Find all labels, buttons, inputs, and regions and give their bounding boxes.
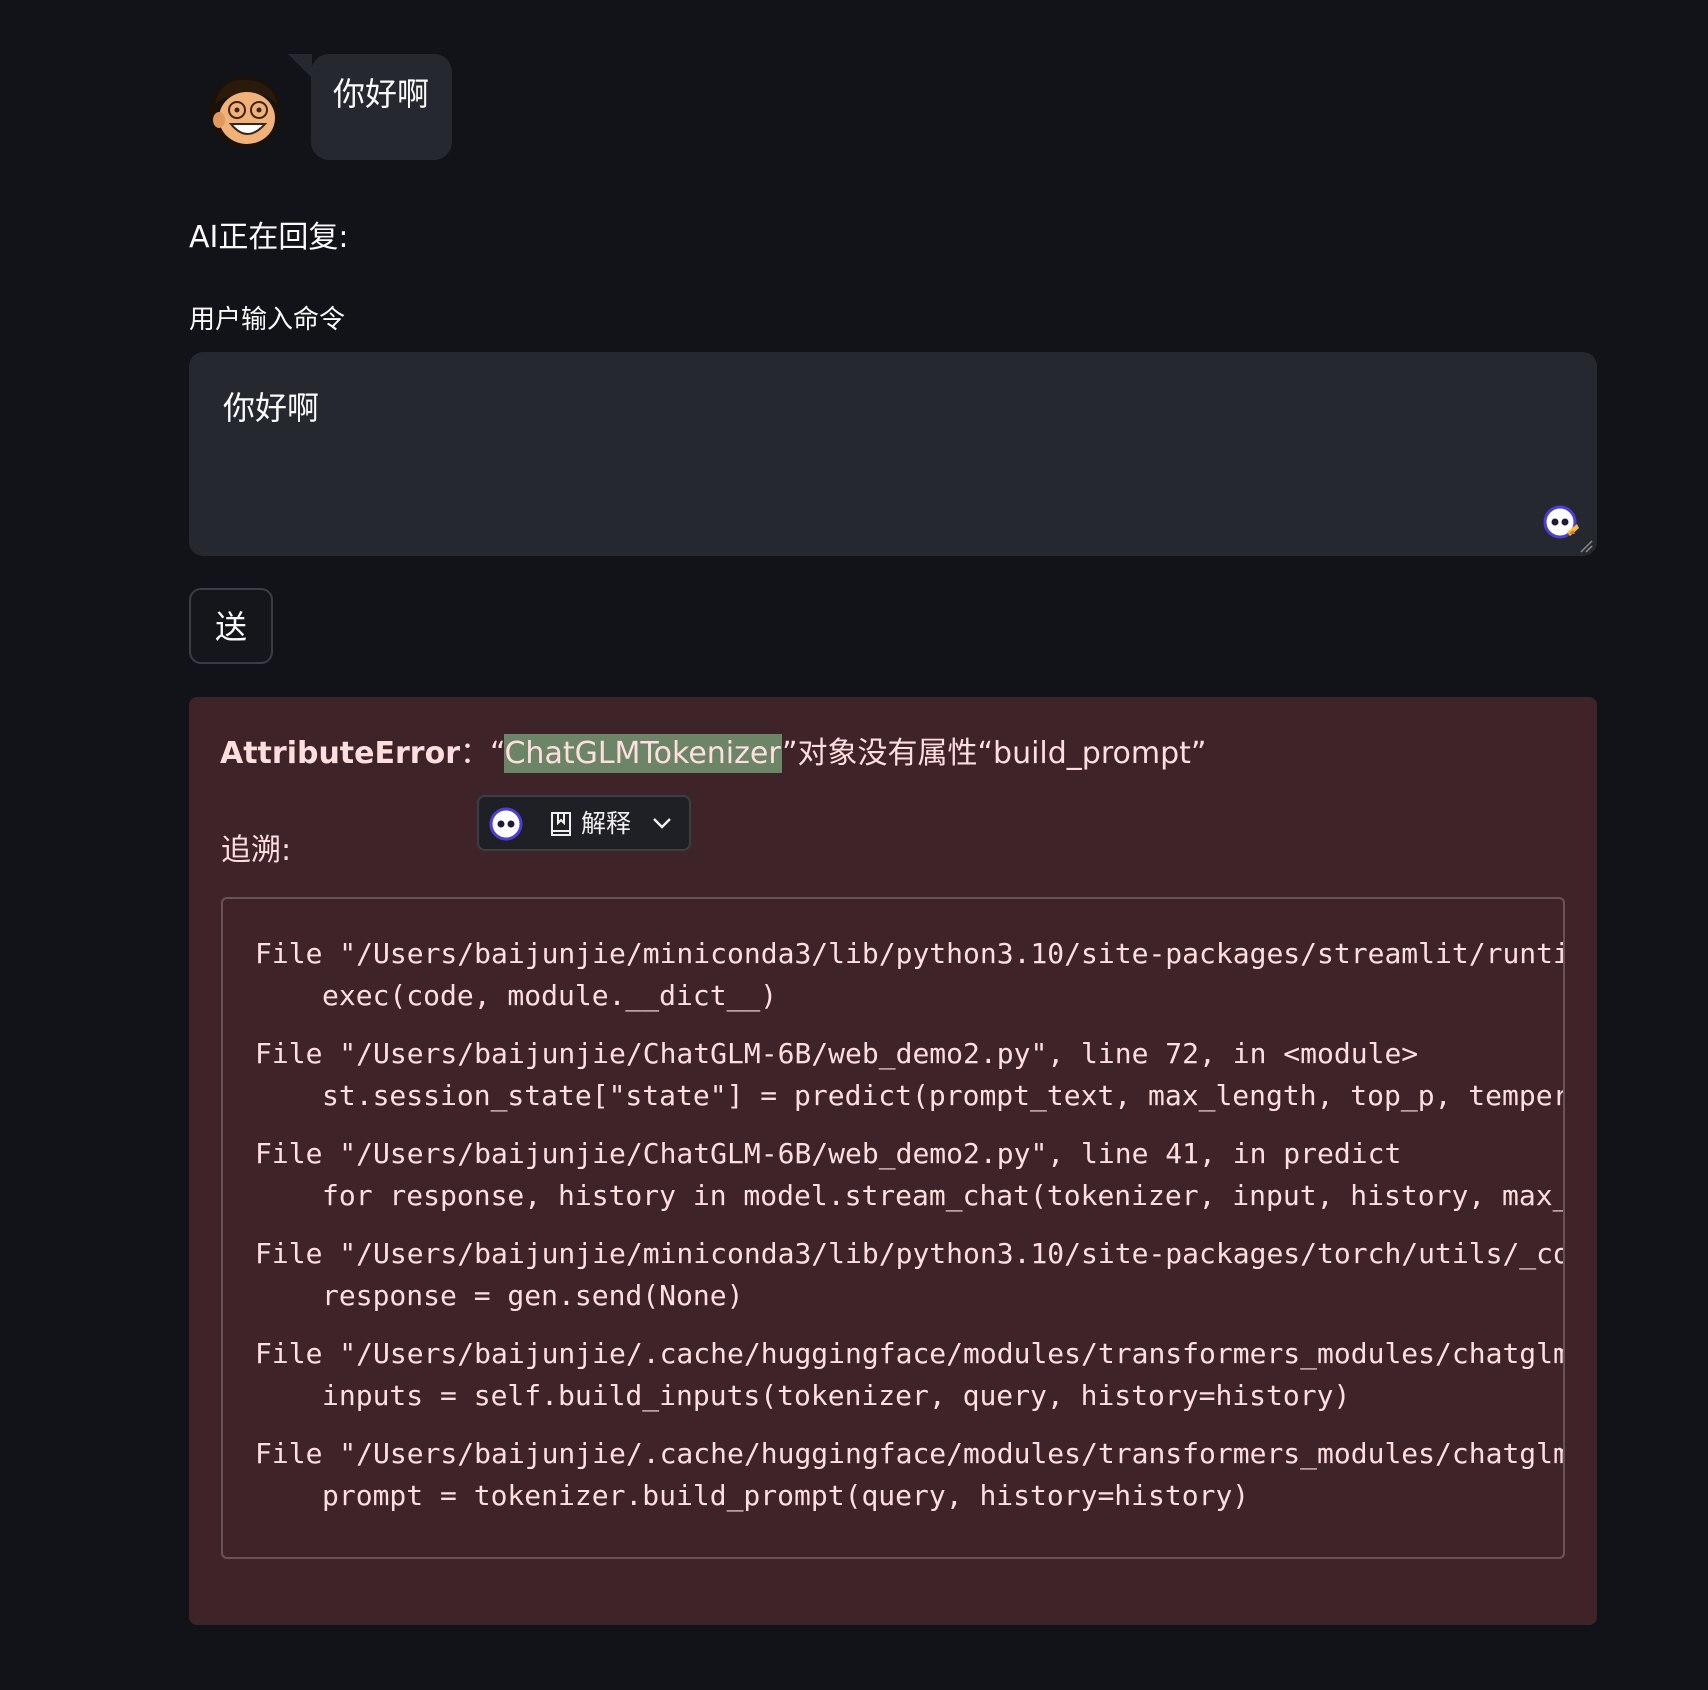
frame-code-line: response = gen.send(None) (322, 1279, 744, 1312)
highlighted-term[interactable]: ChatGLMTokenizer (504, 734, 782, 773)
frame-code-line: exec(code, module.__dict__) (322, 979, 778, 1012)
resize-handle-icon[interactable] (1579, 538, 1593, 553)
trace-frame: File "/Users/baijunjie/ChatGLM-6B/web_de… (255, 1133, 1565, 1217)
input-label: 用户输入命令 (189, 305, 346, 335)
book-icon (549, 811, 573, 837)
user-avatar (207, 74, 283, 150)
traceback-label: 追溯: (221, 833, 292, 868)
explain-label[interactable]: 解释 (581, 807, 631, 841)
error-title: AttributeError：“ChatGLMTokenizer”对象没有属性“… (220, 731, 1206, 777)
assistant-bot-icon (489, 807, 523, 841)
page: 你好啊 AI正在回复: 用户输入命令 你好啊 送 AttributeError：… (0, 0, 1708, 1690)
trace-frame: File "/Users/baijunjie/miniconda3/lib/py… (255, 1233, 1565, 1317)
trace-frame: File "/Users/baijunjie/ChatGLM-6B/web_de… (255, 1033, 1565, 1117)
error-type: AttributeError (220, 736, 460, 771)
traceback-box[interactable]: File "/Users/baijunjie/miniconda3/lib/py… (221, 897, 1565, 1559)
textarea-value[interactable]: 你好啊 (223, 386, 319, 430)
frame-file-line: File "/Users/baijunjie/miniconda3/lib/py… (255, 1237, 1565, 1270)
frame-code-line: inputs = self.build_inputs(tokenizer, qu… (322, 1379, 1351, 1412)
status-text: AI正在回复: (189, 220, 349, 255)
frame-file-line: File "/Users/baijunjie/.cache/huggingfac… (255, 1437, 1565, 1470)
error-panel: AttributeError：“ChatGLMTokenizer”对象没有属性“… (189, 697, 1597, 1625)
frame-file-line: File "/Users/baijunjie/.cache/huggingfac… (255, 1337, 1565, 1370)
frame-code-line: prompt = tokenizer.build_prompt(query, h… (322, 1479, 1250, 1512)
frame-file-line: File "/Users/baijunjie/ChatGLM-6B/web_de… (255, 1037, 1419, 1070)
send-button[interactable]: 送 (189, 588, 273, 664)
frame-code-line: st.session_state["state"] = predict(prom… (322, 1079, 1565, 1112)
trace-frame: File "/Users/baijunjie/.cache/huggingfac… (255, 1433, 1565, 1517)
command-textarea[interactable]: 你好啊 (189, 352, 1597, 556)
frame-file-line: File "/Users/baijunjie/miniconda3/lib/py… (255, 937, 1565, 970)
bubble-tail (288, 54, 312, 78)
trace-frame: File "/Users/baijunjie/.cache/huggingfac… (255, 1333, 1565, 1417)
chevron-down-icon[interactable] (651, 815, 673, 831)
assistant-bot-icon[interactable] (1543, 504, 1581, 542)
error-separator: ：“ (460, 736, 505, 771)
error-message: ”对象没有属性“build_prompt” (781, 736, 1207, 771)
frame-file-line: File "/Users/baijunjie/ChatGLM-6B/web_de… (255, 1137, 1402, 1170)
explain-popup[interactable]: 解释 (477, 795, 691, 851)
frame-code-line: for response, history in model.stream_ch… (322, 1179, 1565, 1212)
trace-frame: File "/Users/baijunjie/miniconda3/lib/py… (255, 933, 1565, 1017)
user-message-bubble: 你好啊 (311, 54, 453, 160)
